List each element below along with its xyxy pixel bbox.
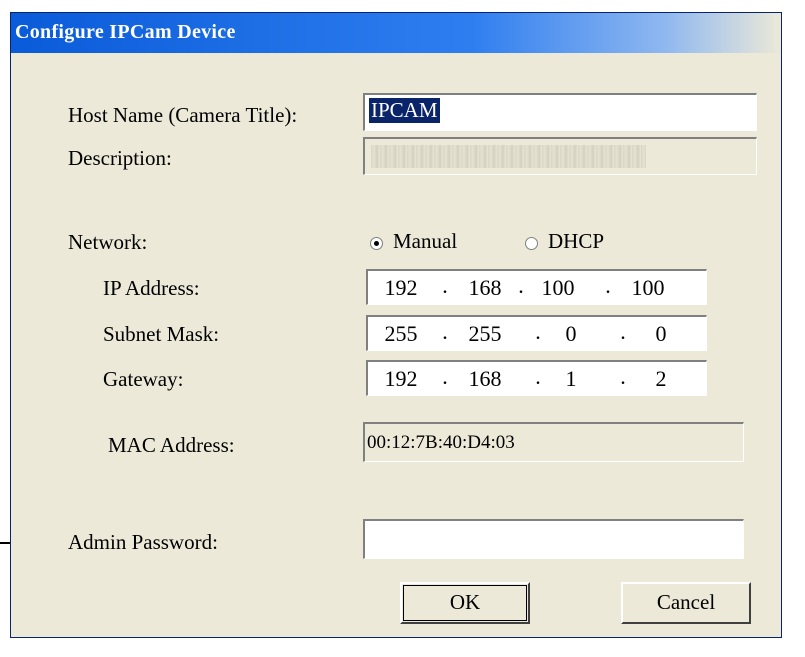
admin-password-input[interactable] bbox=[363, 519, 744, 559]
gateway-dot: . bbox=[535, 364, 541, 389]
radio-manual-label[interactable]: Manual bbox=[393, 229, 457, 254]
ip-octet-3: 100 bbox=[541, 275, 575, 300]
subnet-dot: . bbox=[535, 319, 541, 344]
subnet-dot: . bbox=[620, 319, 626, 344]
subnet-octet-2: 255 bbox=[468, 321, 502, 346]
mac-address-field: 00:12:7B:40:D4:03 bbox=[363, 422, 744, 462]
ok-button[interactable]: OK bbox=[400, 582, 530, 624]
radio-dhcp[interactable] bbox=[525, 237, 538, 250]
admin-password-label: Admin Password: bbox=[68, 530, 218, 554]
gateway-input[interactable]: 192 . 168 . 1 . 2 bbox=[366, 360, 707, 396]
ip-address-input[interactable]: 192 . 168 . 100 . 100 bbox=[366, 269, 707, 305]
radio-dhcp-label[interactable]: DHCP bbox=[548, 229, 604, 254]
subnet-octet-1: 255 bbox=[384, 321, 418, 346]
gateway-octet-2: 168 bbox=[468, 366, 502, 391]
mac-address-value: 00:12:7B:40:D4:03 bbox=[367, 432, 515, 453]
gateway-octet-4: 2 bbox=[655, 366, 667, 391]
ip-address-label: IP Address: bbox=[103, 276, 200, 300]
ip-octet-4: 100 bbox=[631, 275, 665, 300]
subnet-octet-3: 0 bbox=[565, 321, 577, 346]
ip-dot: . bbox=[442, 273, 448, 298]
window-title: Configure IPCam Device bbox=[15, 21, 236, 43]
host-name-label: Host Name (Camera Title): bbox=[68, 103, 298, 127]
ip-dot: . bbox=[605, 273, 611, 298]
cancel-button[interactable]: Cancel bbox=[621, 582, 751, 624]
ip-octet-1: 192 bbox=[384, 275, 418, 300]
subnet-dot: . bbox=[442, 319, 448, 344]
description-blurred-text bbox=[371, 145, 646, 168]
subnet-mask-input[interactable]: 255 . 255 . 0 . 0 bbox=[366, 315, 707, 351]
gateway-octet-1: 192 bbox=[384, 366, 418, 391]
description-label: Description: bbox=[68, 146, 172, 170]
configure-dialog: Configure IPCam Device Host Name (Camera… bbox=[10, 12, 782, 638]
gateway-label: Gateway: bbox=[103, 367, 184, 391]
mac-address-label: MAC Address: bbox=[108, 433, 235, 457]
host-name-value: IPCAM bbox=[369, 98, 440, 123]
ip-dot: . bbox=[518, 273, 524, 298]
network-label: Network: bbox=[68, 230, 148, 254]
host-name-input[interactable]: IPCAM bbox=[363, 93, 757, 131]
gateway-dot: . bbox=[442, 364, 448, 389]
subnet-octet-4: 0 bbox=[655, 321, 667, 346]
gateway-dot: . bbox=[620, 364, 626, 389]
title-bar[interactable]: Configure IPCam Device bbox=[11, 13, 781, 53]
ip-octet-2: 168 bbox=[468, 275, 502, 300]
radio-manual[interactable] bbox=[370, 237, 383, 250]
subnet-mask-label: Subnet Mask: bbox=[103, 322, 220, 346]
gateway-octet-3: 1 bbox=[565, 366, 577, 391]
description-input[interactable] bbox=[363, 137, 757, 175]
